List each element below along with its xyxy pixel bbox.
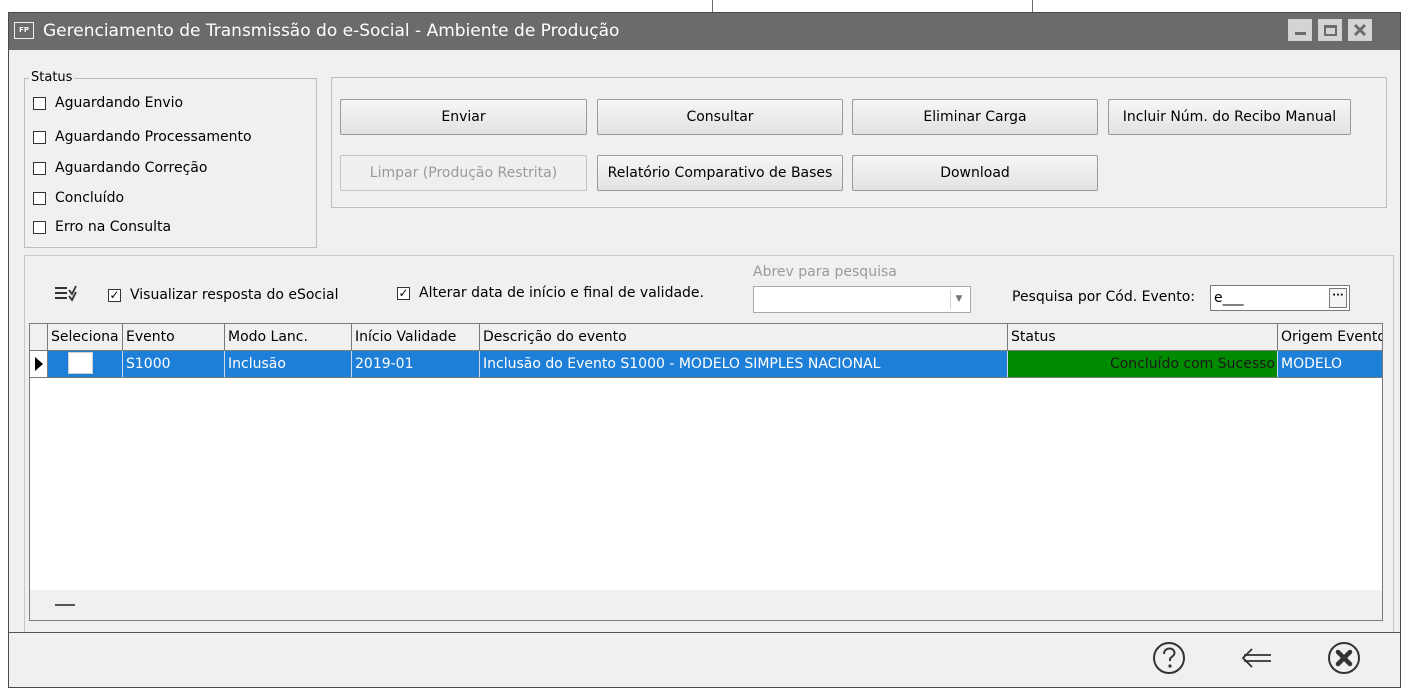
app-icon: FP — [14, 22, 34, 39]
status-aguardando-envio[interactable]: Aguardando Envio — [33, 94, 183, 112]
row-checkbox[interactable] — [68, 352, 93, 374]
checkbox[interactable] — [33, 130, 46, 144]
limpar-button[interactable]: Limpar (Produção Restrita) — [340, 155, 587, 191]
checkbox[interactable] — [33, 161, 46, 175]
title-bar[interactable]: FP Gerenciamento de Transmissão do e-Soc… — [9, 13, 1400, 50]
status-aguardando-processamento[interactable]: Aguardando Processamento — [33, 128, 252, 146]
enviar-button[interactable]: Enviar — [340, 99, 587, 135]
cell-modo: Inclusão — [225, 351, 352, 377]
main-window: FP Gerenciamento de Transmissão do e-Soc… — [8, 12, 1401, 688]
pesquisa-value: e___ — [1214, 290, 1244, 306]
checkbox-label: Alterar data de início e final de valida… — [419, 285, 704, 301]
help-icon[interactable] — [1152, 641, 1186, 675]
checkbox-label: Erro na Consulta — [55, 219, 172, 235]
visualizar-resposta-checkbox[interactable]: ✓ Visualizar resposta do eSocial — [108, 286, 338, 304]
divider — [1032, 0, 1033, 12]
cell-inicio: 2019-01 — [352, 351, 480, 377]
window-title: Gerenciamento de Transmissão do e-Social… — [43, 21, 620, 41]
incluir-recibo-button[interactable]: Incluir Núm. do Recibo Manual — [1108, 99, 1351, 135]
cell-evento: S1000 — [123, 351, 225, 377]
cell-origem: MODELO — [1281, 356, 1343, 372]
download-button[interactable]: Download — [852, 155, 1098, 191]
checkbox-label: Aguardando Envio — [55, 95, 184, 111]
checkbox-label: Aguardando Processamento — [55, 129, 252, 145]
filter-list-icon[interactable] — [53, 279, 77, 303]
col-modo[interactable]: Modo Lanc. — [225, 324, 352, 350]
cell-descricao: Inclusão do Evento S1000 - MODELO SIMPLE… — [480, 351, 1008, 377]
events-grid: Seleciona Evento Modo Lanc. Início Valid… — [29, 323, 1383, 621]
relatorio-button[interactable]: Relatório Comparativo de Bases — [597, 155, 843, 191]
eliminar-carga-button[interactable]: Eliminar Carga — [852, 99, 1098, 135]
grid-header: Seleciona Evento Modo Lanc. Início Valid… — [30, 324, 1382, 351]
maximize-button[interactable] — [1318, 19, 1342, 41]
minimize-icon — [1295, 32, 1306, 35]
checkbox-label: Visualizar resposta do eSocial — [130, 287, 339, 303]
checkbox-label: Concluído — [55, 190, 125, 206]
checkbox[interactable]: ✓ — [397, 286, 410, 300]
col-evento[interactable]: Evento — [123, 324, 225, 350]
minimize-button[interactable] — [1288, 19, 1312, 41]
status-concluido[interactable]: Concluído — [33, 189, 124, 207]
checkbox[interactable] — [33, 220, 46, 234]
row-select[interactable] — [48, 351, 123, 377]
ellipsis-icon[interactable]: ··· — [1329, 288, 1347, 308]
pesquisa-label: Pesquisa por Cód. Evento: — [1012, 289, 1195, 305]
close-button[interactable] — [1348, 19, 1372, 41]
maximize-icon — [1324, 25, 1337, 36]
row-pointer-icon — [35, 357, 43, 371]
status-bar — [9, 632, 1400, 687]
status-group: Status Aguardando Envio Aguardando Proce… — [24, 70, 317, 248]
col-origem[interactable]: Origem Evento — [1278, 324, 1382, 350]
back-arrow-icon[interactable] — [1240, 641, 1274, 675]
row-indicator — [30, 351, 48, 377]
alterar-data-checkbox[interactable]: ✓ Alterar data de início e final de vali… — [397, 284, 704, 302]
status-group-legend: Status — [29, 70, 75, 85]
dropdown-arrow-icon[interactable]: ▼ — [950, 290, 967, 309]
grid-footer — [30, 590, 1382, 620]
col-inicio[interactable]: Início Validade — [352, 324, 480, 350]
abrev-combo[interactable]: ▼ — [753, 286, 971, 313]
checkbox[interactable] — [33, 96, 46, 110]
status-aguardando-correcao[interactable]: Aguardando Correção — [33, 159, 207, 177]
status-erro-consulta[interactable]: Erro na Consulta — [33, 218, 171, 236]
consultar-button[interactable]: Consultar — [597, 99, 843, 135]
close-circle-icon[interactable] — [1327, 641, 1361, 675]
checkbox[interactable]: ✓ — [108, 288, 121, 302]
col-status[interactable]: Status — [1008, 324, 1278, 350]
pesquisa-input[interactable]: e___ ··· — [1210, 285, 1350, 311]
checkbox-label: Aguardando Correção — [55, 160, 208, 176]
actions-group: Enviar Consultar Eliminar Carga Incluir … — [331, 77, 1387, 208]
divider — [712, 0, 713, 12]
col-seleciona[interactable]: Seleciona — [48, 324, 123, 350]
abrev-label: Abrev para pesquisa — [753, 264, 897, 280]
table-row[interactable]: S1000 Inclusão 2019-01 Inclusão do Event… — [30, 351, 1382, 378]
footer-dash — [55, 604, 75, 606]
checkbox[interactable] — [33, 191, 46, 205]
col-descricao[interactable]: Descrição do evento — [480, 324, 1008, 350]
close-icon — [1353, 23, 1367, 37]
background-strip — [0, 0, 1410, 12]
header-indicator — [30, 324, 48, 350]
cell-status: Concluído com Sucesso — [1008, 351, 1278, 377]
